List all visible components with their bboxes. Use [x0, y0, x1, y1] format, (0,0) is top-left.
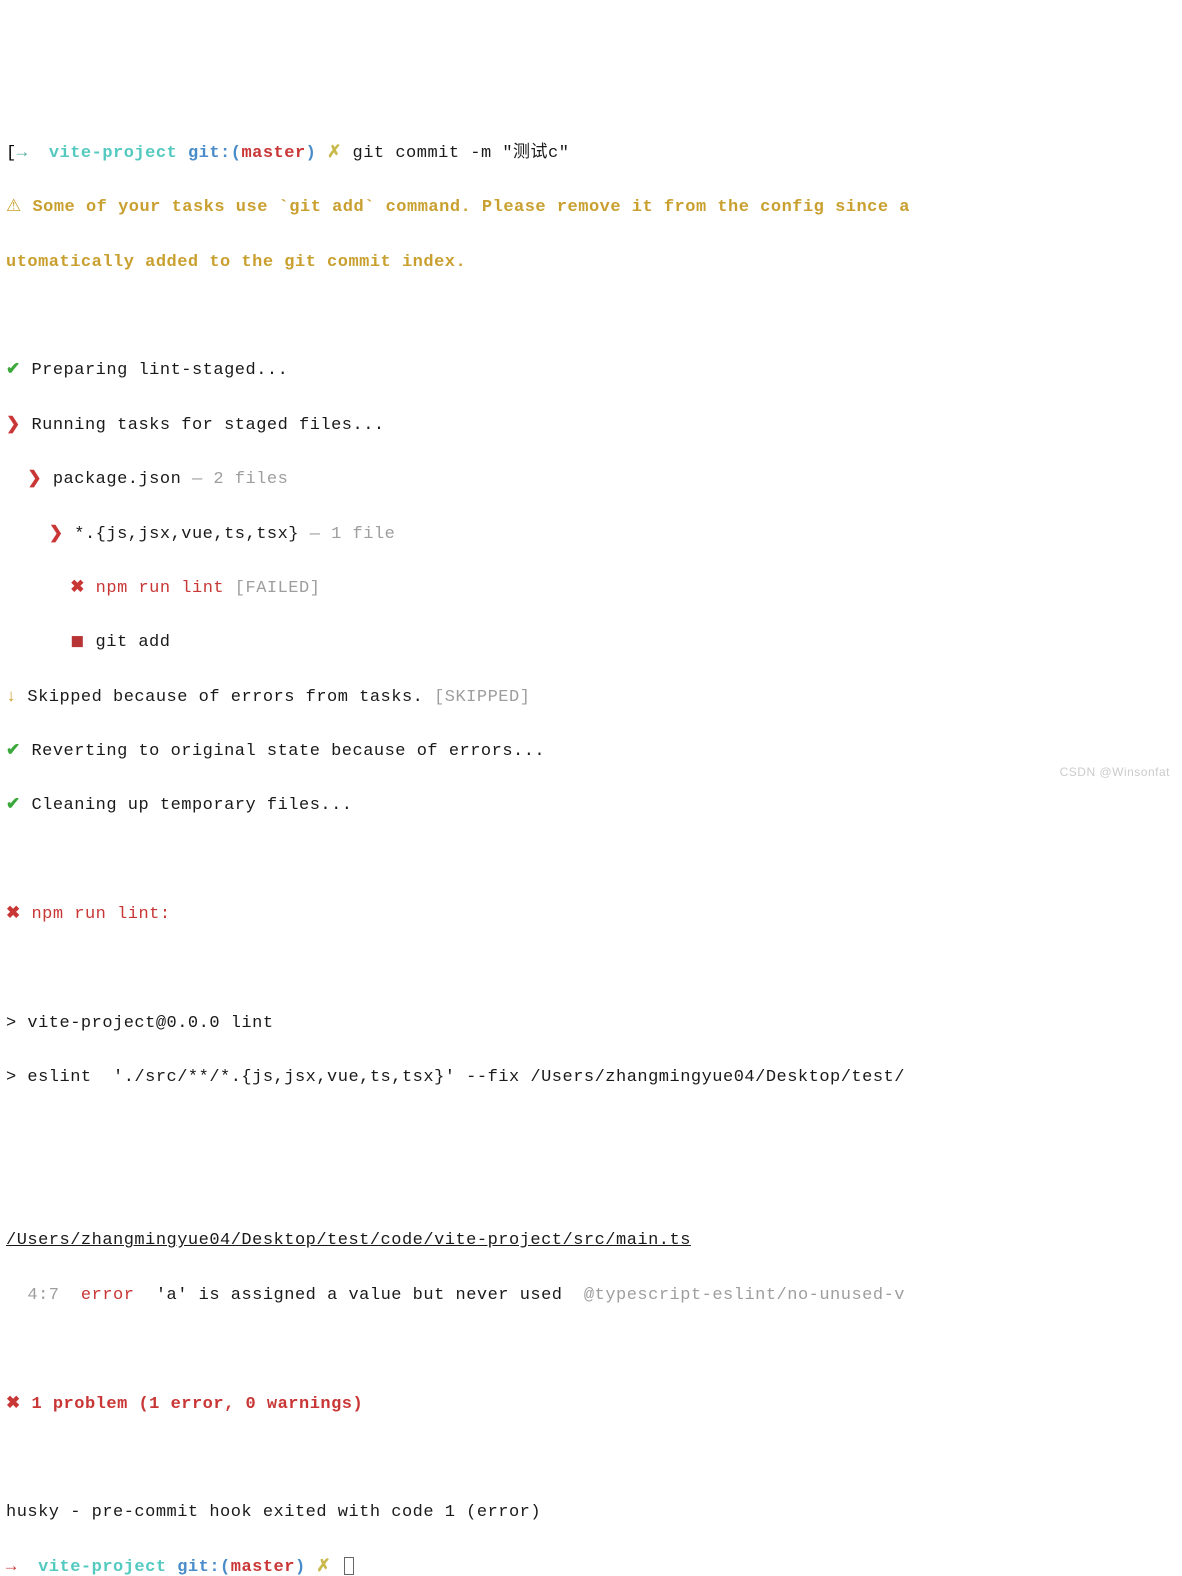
x-icon: ✖ [70, 579, 85, 598]
error-detail: 4:7 error 'a' is assigned a value but ne… [6, 1282, 1176, 1309]
meta-text: — 2 files [192, 470, 288, 489]
error-msg: 'a' is assigned a value but never used [156, 1286, 563, 1305]
problems-text: 1 problem (1 error, 0 warnings) [31, 1395, 363, 1414]
task-cleaning: ✔ Cleaning up temporary files... [6, 792, 1176, 819]
cursor-icon[interactable] [344, 1557, 354, 1575]
rparen: ) [306, 144, 317, 163]
error-pos: 4:7 [27, 1286, 59, 1305]
command-text: git commit -m "测试c" [353, 144, 570, 163]
task-text: package.json [53, 470, 181, 489]
error-level: error [81, 1286, 135, 1305]
warning-text: Some of your tasks use `git add` command… [32, 198, 910, 217]
status-text: [SKIPPED] [434, 688, 530, 707]
error-rule: @typescript-eslint/no-unused-v [584, 1286, 905, 1305]
dirty-icon: ✗ [327, 144, 342, 163]
task-gitadd: ◼ git add [6, 629, 1176, 656]
task-text: git add [96, 633, 171, 652]
angle-icon: ❯ [49, 525, 64, 544]
task-skipped: ↓ Skipped because of errors from tasks. … [6, 684, 1176, 711]
angle-icon: ❯ [6, 416, 21, 435]
task-text: Running tasks for staged files... [31, 416, 384, 435]
husky-error: husky - pre-commit hook exited with code… [6, 1499, 1176, 1526]
blank-line [6, 303, 1176, 330]
task-text: Skipped because of errors from tasks. [27, 688, 423, 707]
check-icon: ✔ [6, 361, 21, 380]
task-running: ❯ Running tasks for staged files... [6, 412, 1176, 439]
warning-icon: ⚠ [6, 198, 22, 217]
watermark: CSDN @Winsonfat [1060, 763, 1170, 782]
task-preparing: ✔ Preparing lint-staged... [6, 357, 1176, 384]
warning-line: ⚠ Some of your tasks use `git add` comma… [6, 194, 1176, 221]
task-text: *.{js,jsx,vue,ts,tsx} [74, 525, 299, 544]
x-icon: ✖ [6, 1395, 21, 1414]
task-text: npm run lint [96, 579, 224, 598]
check-icon: ✔ [6, 796, 21, 815]
task-lint-failed: ✖ npm run lint [FAILED] [6, 575, 1176, 602]
prompt-line-1: [→ vite-project git:(master) ✗ git commi… [6, 140, 1176, 167]
git-label: git: [177, 1558, 220, 1576]
blank-line [6, 1445, 1176, 1472]
project-name: vite-project [38, 1558, 166, 1576]
blank-line [6, 1173, 1176, 1200]
blank-line [6, 956, 1176, 983]
git-label: git: [188, 144, 231, 163]
blank-line [6, 1336, 1176, 1363]
task-glob: ❯ *.{js,jsx,vue,ts,tsx} — 1 file [6, 521, 1176, 548]
error-file-path: /Users/zhangmingyue04/Desktop/test/code/… [6, 1227, 1176, 1254]
output-line-2: > eslint './src/**/*.{js,jsx,vue,ts,tsx}… [6, 1064, 1176, 1091]
output-line-1: > vite-project@0.0.0 lint [6, 1010, 1176, 1037]
task-text: Reverting to original state because of e… [31, 742, 545, 761]
lparen: ( [231, 144, 242, 163]
blank-line [6, 847, 1176, 874]
project-name: vite-project [49, 144, 177, 163]
rparen: ) [295, 1558, 306, 1576]
arrow-icon: → [6, 1558, 17, 1576]
failed-text: npm run lint: [31, 905, 170, 924]
prompt-line-2[interactable]: → vite-project git:(master) ✗ [6, 1554, 1176, 1576]
task-package: ❯ package.json — 2 files [6, 466, 1176, 493]
arrow-icon: → [17, 144, 28, 163]
warning-line-2: utomatically added to the git commit ind… [6, 249, 1176, 276]
angle-icon: ❯ [27, 470, 42, 489]
down-arrow-icon: ↓ [6, 688, 17, 707]
branch-name: master [231, 1558, 295, 1576]
failed-cmd-header: ✖ npm run lint: [6, 901, 1176, 928]
square-icon: ◼ [70, 633, 85, 652]
meta-text: — 1 file [310, 525, 396, 544]
task-reverting: ✔ Reverting to original state because of… [6, 738, 1176, 765]
lparen: ( [220, 1558, 231, 1576]
terminal-output[interactable]: [→ vite-project git:(master) ✗ git commi… [6, 113, 1176, 1576]
task-text: Preparing lint-staged... [31, 361, 288, 380]
x-icon: ✖ [6, 905, 21, 924]
blank-line [6, 1119, 1176, 1146]
branch-name: master [241, 144, 305, 163]
dirty-icon: ✗ [316, 1558, 331, 1576]
problems-summary: ✖ 1 problem (1 error, 0 warnings) [6, 1391, 1176, 1418]
task-text: Cleaning up temporary files... [31, 796, 352, 815]
check-icon: ✔ [6, 742, 21, 761]
status-text: [FAILED] [235, 579, 321, 598]
